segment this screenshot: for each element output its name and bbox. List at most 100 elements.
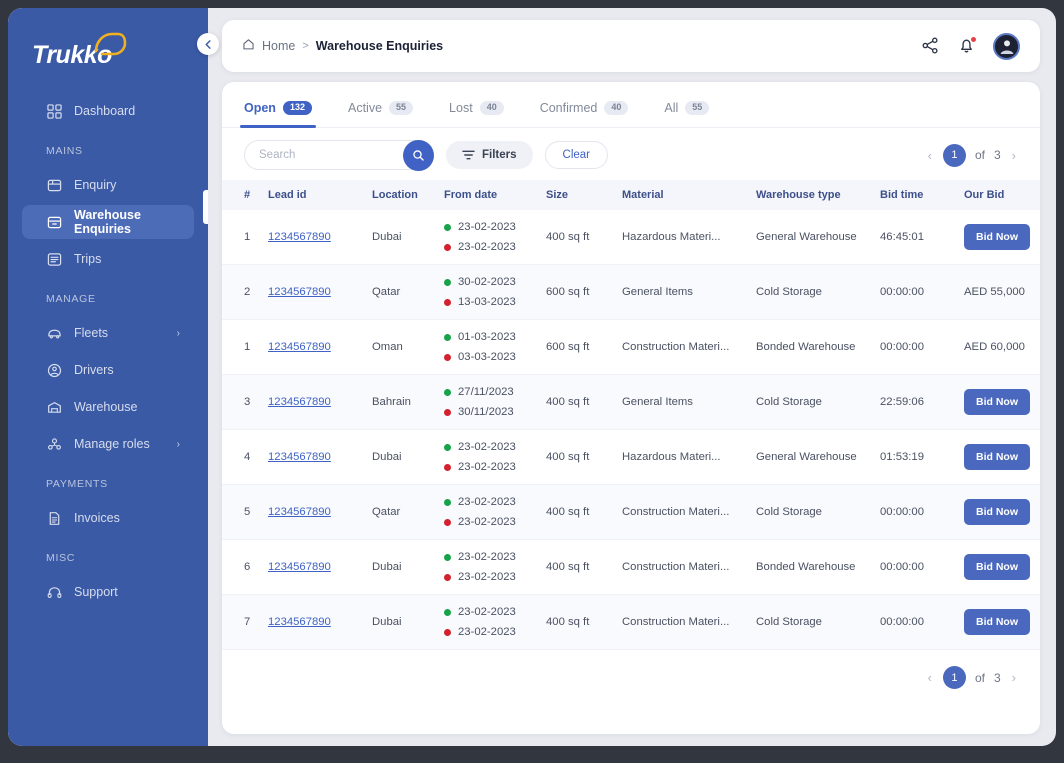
end-dot-icon [444,573,451,581]
col-warehouse-type: Warehouse type [750,180,874,210]
pagination-prev-icon[interactable]: ‹ [926,148,934,163]
cell-from-date: 30-02-2023 13-03-2023 [438,264,540,320]
cell-warehouse-type: Cold Storage [750,594,874,650]
pagination-current-page[interactable]: 1 [942,143,966,167]
sidebar-item-support[interactable]: Support [22,575,194,609]
sidebar-item-drivers[interactable]: Drivers [22,353,194,387]
search-button[interactable] [403,140,434,171]
pagination-next-icon[interactable]: › [1010,670,1018,685]
table-row[interactable]: 1 1234567890 Dubai 23-02-2023 23-02-2023 400 … [222,210,1040,265]
lead-id-link[interactable]: 1234567890 [268,231,331,243]
sidebar-item-fleets[interactable]: Fleets › [22,316,194,350]
lead-id-link[interactable]: 1234567890 [268,451,331,463]
bid-now-button[interactable]: Bid Now [964,444,1030,470]
date-end: 03-03-2023 [444,351,534,363]
bid-now-button[interactable]: Bid Now [964,224,1030,250]
start-dot-icon [444,498,451,506]
cell-material: General Items [616,264,750,320]
tab-confirmed[interactable]: Confirmed 40 [540,88,629,127]
pagination-current-page[interactable]: 1 [942,666,966,689]
home-icon[interactable] [242,38,255,54]
sidebar-item-invoices[interactable]: Invoices [22,501,194,535]
lead-id-link[interactable]: 1234567890 [268,616,331,628]
sidebar-item-warehouse[interactable]: Warehouse [22,390,194,424]
sidebar-item-warehouse-enquiries[interactable]: Warehouse Enquiries [22,205,194,239]
cell-location: Oman [366,319,438,375]
lead-id-link[interactable]: 1234567890 [268,396,331,408]
grid-icon [46,103,62,119]
sidebar-item-trips[interactable]: Trips [22,242,194,276]
breadcrumb-separator: > [302,40,309,52]
brand-logo[interactable]: Trukko [8,26,208,84]
sidebar-section-payments: PAYMENTS [46,478,108,490]
table-row[interactable]: 5 1234567890 Qatar 23-02-2023 23-02-2023 400 … [222,484,1040,540]
cell-warehouse-type: Cold Storage [750,264,874,320]
pagination-top: ‹ 1 of 3 › [926,143,1018,167]
table-row[interactable]: 4 1234567890 Dubai 23-02-2023 23-02-2023 400 … [222,429,1040,485]
share-nodes-icon[interactable] [921,36,941,56]
date-start: 23-02-2023 [444,496,534,508]
cell-material: General Items [616,374,750,430]
cell-our-bid: AED 60,000 [958,319,1040,375]
start-dot-icon [444,608,451,616]
cell-bid-time: 00:00:00 [874,264,958,320]
bid-now-button[interactable]: Bid Now [964,554,1030,580]
tab-all[interactable]: All 55 [664,88,710,127]
cell-our-bid: AED 55,000 [958,264,1040,320]
date-end: 23-02-2023 [444,626,534,638]
col-location: Location [366,180,438,210]
tab-label: Confirmed [539,100,598,115]
pagination-of-label: of [974,670,985,685]
bid-now-button[interactable]: Bid Now [964,609,1030,635]
pagination-next-icon[interactable]: › [1010,148,1018,163]
cell-size: 400 sq ft [540,210,616,265]
lead-id-link[interactable]: 1234567890 [268,341,331,353]
table-row[interactable]: 7 1234567890 Dubai 23-02-2023 23-02-2023 400 … [222,594,1040,650]
table-row[interactable]: 6 1234567890 Dubai 23-02-2023 23-02-2023 400 … [222,539,1040,595]
magnifier-icon [413,150,424,161]
date-end: 23-02-2023 [444,461,534,473]
cell-index: 2 [222,264,262,320]
pagination-of-label: of [974,148,985,162]
lead-id-link[interactable]: 1234567890 [268,506,331,518]
table-row[interactable]: 1 1234567890 Oman 01-03-2023 03-03-2023 600 s… [222,319,1040,375]
sidebar-item-enquiry[interactable]: Enquiry [22,168,194,202]
cell-bid-time: 46:45:01 [874,210,958,265]
end-dot-icon [444,518,451,526]
cell-index: 5 [222,484,262,540]
bell-icon[interactable] [957,36,977,56]
tab-active[interactable]: Active 55 [347,88,414,127]
tab-label: Active [347,100,383,115]
avatar[interactable] [993,32,1020,60]
lead-id-link[interactable]: 1234567890 [268,561,331,573]
sidebar-section-mains: MAINS [46,145,83,157]
date-end: 23-02-2023 [444,516,534,528]
status-tabs: Open 132 Active 55 Lost 40 Confirmed 40 … [222,88,1040,128]
tab-lost[interactable]: Lost 40 [449,88,504,127]
cell-location: Dubai [366,594,438,650]
date-start: 23-02-2023 [444,606,534,618]
tab-open[interactable]: Open 132 [240,88,316,128]
table-row[interactable]: 2 1234567890 Qatar 30-02-2023 13-03-2023 600 … [222,264,1040,320]
lead-id-link[interactable]: 1234567890 [268,286,331,298]
search-box [244,140,434,171]
bid-amount: AED 55,000 [964,286,1025,298]
cell-location: Qatar [366,264,438,320]
clear-button[interactable]: Clear [544,141,608,169]
filters-button[interactable]: Filters [446,141,533,169]
truck-icon [94,32,127,55]
sidebar-collapse-button[interactable] [197,33,219,55]
search-input[interactable] [259,149,389,161]
bid-now-button[interactable]: Bid Now [964,389,1030,415]
sidebar-item-dashboard[interactable]: Dashboard [22,94,194,128]
breadcrumb-home[interactable]: Home [262,39,295,53]
col-material: Material [616,180,750,210]
table-row[interactable]: 3 1234567890 Bahrain 27/11/2023 30/11/2023 40… [222,374,1040,430]
end-dot-icon [444,298,451,306]
sidebar-item-manage-roles[interactable]: Manage roles › [22,427,194,461]
cell-size: 600 sq ft [540,264,616,320]
bid-now-button[interactable]: Bid Now [964,499,1030,525]
pagination-prev-icon[interactable]: ‹ [926,670,934,685]
tab-count-badge: 40 [479,100,504,115]
cell-our-bid: Bid Now [958,210,1040,265]
